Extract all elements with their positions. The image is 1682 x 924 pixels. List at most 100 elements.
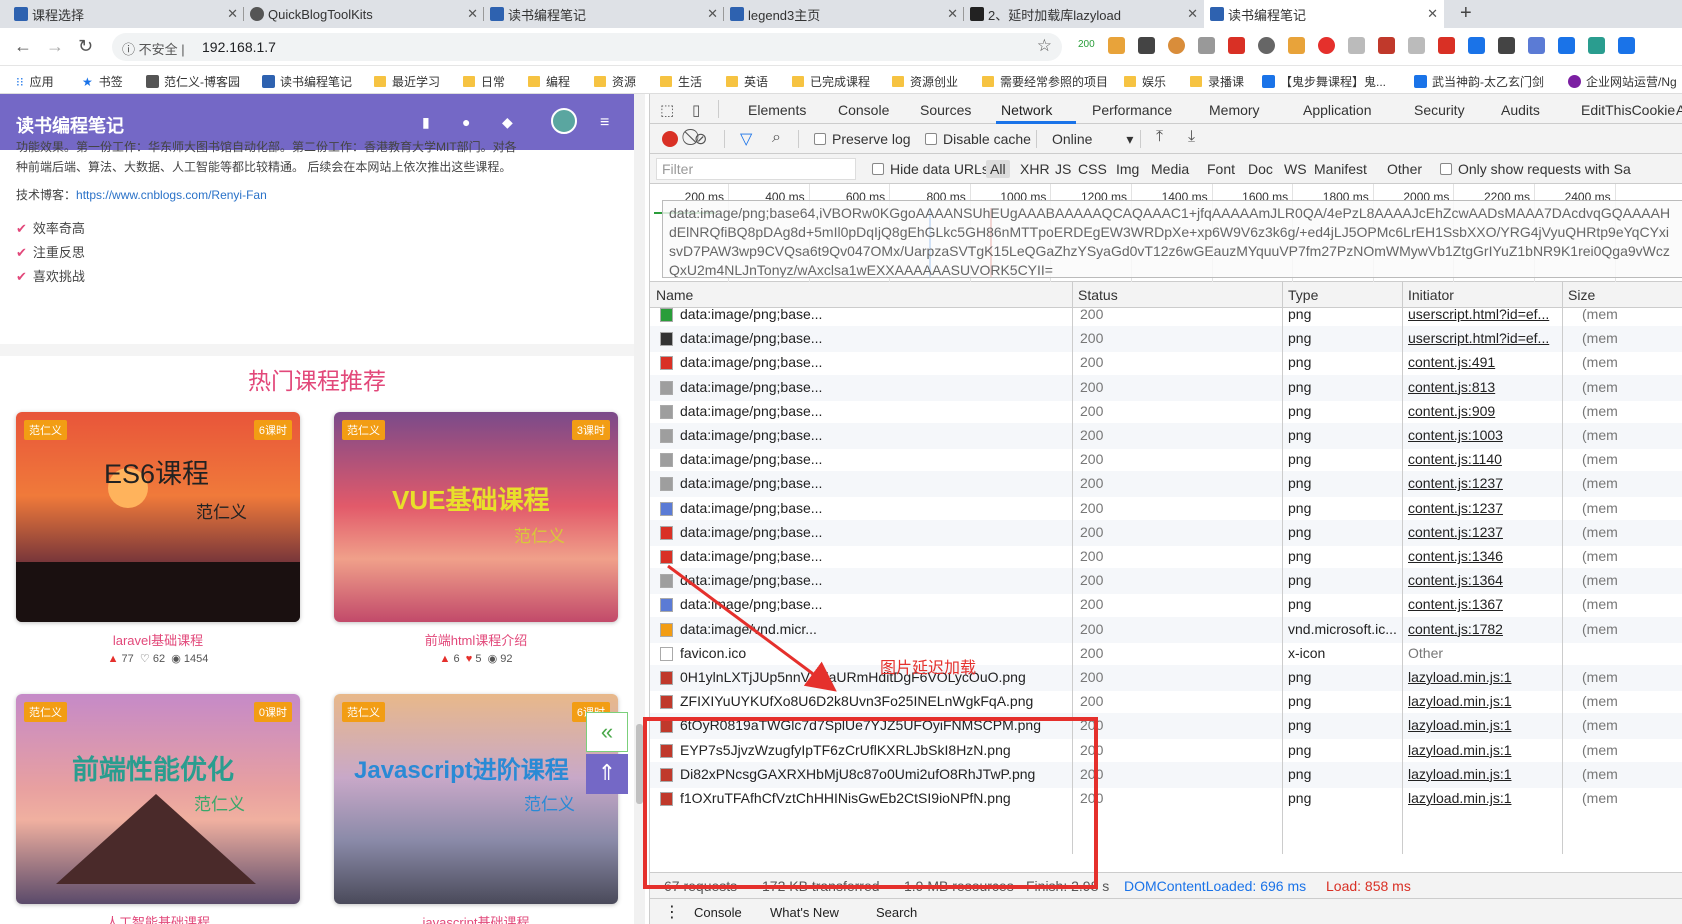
request-initiator[interactable]: content.js:491 bbox=[1408, 354, 1558, 370]
device-toolbar-icon[interactable]: ▯ bbox=[692, 101, 700, 119]
browser-tab-3[interactable]: 读书编程笔记 ✕ bbox=[484, 0, 724, 28]
extension-icon[interactable] bbox=[1468, 37, 1485, 54]
filter-type-css[interactable]: CSS bbox=[1078, 161, 1107, 177]
menu-icon[interactable]: ≡ bbox=[600, 114, 614, 131]
request-name[interactable]: data:image/png;base... bbox=[680, 306, 1068, 322]
tab-console[interactable]: Console bbox=[838, 102, 889, 118]
extension-icon[interactable] bbox=[1138, 37, 1155, 54]
back-arrow-icon[interactable]: ← bbox=[14, 36, 32, 57]
tab-elements[interactable]: Elements bbox=[748, 102, 806, 118]
bookmark-folder[interactable]: 编程 bbox=[528, 73, 570, 90]
extension-icon[interactable] bbox=[1618, 37, 1635, 54]
filter-type-manifest[interactable]: Manifest bbox=[1314, 161, 1367, 177]
bookmark-folder[interactable]: 需要经常参照的项目 bbox=[982, 73, 1108, 90]
table-row[interactable]: data:image/png;base... 200 png content.js:8… bbox=[650, 374, 1682, 401]
throttle-select[interactable]: Online ▾ bbox=[1052, 131, 1133, 148]
bookmark-item[interactable]: 企业网站运营/Ng bbox=[1568, 73, 1677, 90]
course-name-link[interactable]: 人工智能基础课程 bbox=[16, 912, 300, 924]
bookmark-folder[interactable]: 最近学习 bbox=[374, 73, 440, 90]
blog-link[interactable]: https://www.cnblogs.com/Renyi-Fan bbox=[76, 188, 267, 202]
close-tab-icon[interactable]: ✕ bbox=[947, 6, 958, 22]
request-initiator[interactable]: content.js:1237 bbox=[1408, 524, 1558, 540]
extension-icon[interactable] bbox=[1168, 37, 1185, 54]
request-name[interactable]: data:image/vnd.micr... bbox=[680, 621, 1068, 637]
book-icon[interactable]: ▮ bbox=[422, 114, 436, 130]
browser-tab-6-active[interactable]: 读书编程笔记 ✕ bbox=[1204, 0, 1444, 28]
tab-editthiscookie[interactable]: EditThisCookie bbox=[1581, 102, 1675, 118]
filter-type-img[interactable]: Img bbox=[1116, 161, 1139, 177]
table-row[interactable]: data:image/png;base... 200 png content.js:4… bbox=[650, 350, 1682, 376]
inspect-element-icon[interactable]: ⬚ bbox=[660, 101, 674, 119]
table-row[interactable]: data:image/png;base... 200 png userscript.h… bbox=[650, 326, 1682, 353]
bookmark-folder[interactable]: 英语 bbox=[726, 73, 768, 90]
column-size[interactable]: Size bbox=[1568, 287, 1595, 303]
extension-icon[interactable] bbox=[1288, 37, 1305, 54]
bookmark-item[interactable]: 【鬼步舞课程】鬼... bbox=[1262, 73, 1386, 90]
course-card[interactable]: 范仁义 0课时 前端性能优化 范仁义 bbox=[16, 694, 300, 904]
table-row[interactable]: data:image/png;base... 200 png content.js:1… bbox=[650, 568, 1682, 595]
bookmark-item[interactable]: 读书编程笔记 bbox=[262, 73, 352, 90]
search-icon[interactable]: ⌕ bbox=[772, 129, 781, 147]
browser-tab-1[interactable]: 课程选择 ✕ bbox=[8, 0, 244, 28]
url-text[interactable]: 192.168.1.7 bbox=[202, 39, 276, 55]
drawer-tab-whats-new[interactable]: What's New bbox=[770, 905, 839, 920]
filter-type-xhr[interactable]: XHR bbox=[1020, 161, 1050, 177]
table-row[interactable]: data:image/png;base... 200 png content.js:1… bbox=[650, 544, 1682, 570]
filter-type-font[interactable]: Font bbox=[1207, 161, 1235, 177]
preserve-log-checkbox[interactable]: Preserve log bbox=[814, 131, 911, 147]
extension-icon[interactable] bbox=[1108, 37, 1125, 54]
request-initiator[interactable]: content.js:1364 bbox=[1408, 572, 1558, 588]
table-row[interactable]: data:image/png;base... 200 png content.js:1… bbox=[650, 447, 1682, 473]
tab-audits[interactable]: Audits bbox=[1501, 102, 1540, 118]
extension-counter[interactable]: 200 bbox=[1078, 39, 1095, 50]
bookmark-item[interactable]: 范仁义-博客园 bbox=[146, 73, 240, 90]
extension-icon[interactable] bbox=[1258, 37, 1275, 54]
table-row[interactable]: ZFIXIYuUYKUfXo8U6D2k8Uvn3Fo25INELnWgkFqA… bbox=[650, 689, 1682, 715]
bookmark-folder[interactable]: 资源 bbox=[594, 73, 636, 90]
import-har-icon[interactable]: ⤒ bbox=[1156, 128, 1163, 146]
extension-icon[interactable] bbox=[1558, 37, 1575, 54]
extension-icon[interactable] bbox=[1498, 37, 1515, 54]
tab-application[interactable]: Application bbox=[1303, 102, 1372, 118]
request-initiator[interactable]: content.js:1003 bbox=[1408, 427, 1558, 443]
request-initiator[interactable]: lazyload.min.js:1 bbox=[1408, 790, 1558, 806]
close-tab-icon[interactable]: ✕ bbox=[1427, 6, 1438, 22]
course-name-link[interactable]: 前端html课程介绍 bbox=[334, 630, 618, 649]
column-initiator[interactable]: Initiator bbox=[1408, 287, 1454, 303]
close-tab-icon[interactable]: ✕ bbox=[467, 6, 478, 22]
browser-tab-2[interactable]: QuickBlogToolKits ✕ bbox=[244, 0, 484, 28]
table-row[interactable]: 0H1ylnLXTjJUp5nnV1nlaURmHditDgF6VOLycOuO… bbox=[650, 665, 1682, 691]
request-name[interactable]: data:image/png;base... bbox=[680, 330, 1068, 346]
request-name[interactable]: data:image/png;base... bbox=[680, 403, 1068, 419]
filter-type-doc[interactable]: Doc bbox=[1248, 161, 1273, 177]
page-scrollbar-thumb[interactable] bbox=[636, 724, 643, 804]
request-initiator[interactable]: lazyload.min.js:1 bbox=[1408, 717, 1558, 733]
bookmark-folder[interactable]: 生活 bbox=[660, 73, 702, 90]
tab-sources[interactable]: Sources bbox=[920, 102, 971, 118]
request-name[interactable]: data:image/png;base... bbox=[680, 524, 1068, 540]
bookmark-folder[interactable]: 娱乐 bbox=[1124, 73, 1166, 90]
table-row[interactable]: favicon.ico 200 x-icon Other bbox=[650, 641, 1682, 667]
extension-icon[interactable] bbox=[1528, 37, 1545, 54]
bookmark-folder[interactable]: 录播课 bbox=[1190, 73, 1244, 90]
filter-icon[interactable]: ▽ bbox=[740, 129, 752, 149]
table-row[interactable]: data:image/png;base... 200 png content.js:1… bbox=[650, 519, 1682, 546]
request-name[interactable]: data:image/png;base... bbox=[680, 427, 1068, 443]
filter-input[interactable]: Filter bbox=[656, 158, 856, 180]
bookmark-folder[interactable]: 资源创业 bbox=[892, 73, 958, 90]
avatar[interactable] bbox=[551, 108, 577, 134]
disable-cache-checkbox[interactable]: Disable cache bbox=[925, 131, 1031, 147]
table-row[interactable]: data:image/png;base... 200 png userscript.h… bbox=[650, 302, 1682, 328]
filter-type-media[interactable]: Media bbox=[1151, 161, 1189, 177]
request-initiator[interactable]: lazyload.min.js:1 bbox=[1408, 742, 1558, 758]
request-initiator[interactable]: content.js:1346 bbox=[1408, 548, 1558, 564]
new-tab-button[interactable]: + bbox=[1460, 2, 1472, 25]
request-name[interactable]: data:image/png;base... bbox=[680, 451, 1068, 467]
hide-data-urls-checkbox[interactable]: Hide data URLs bbox=[872, 161, 989, 177]
reload-icon[interactable]: ↻ bbox=[78, 36, 93, 57]
table-row[interactable]: data:image/png;base... 200 png content.js:1… bbox=[650, 423, 1682, 449]
forward-arrow-icon[interactable]: → bbox=[46, 36, 64, 57]
user-icon[interactable]: ● bbox=[462, 114, 476, 130]
filter-type-js[interactable]: JS bbox=[1055, 161, 1071, 177]
extension-icon[interactable] bbox=[1378, 37, 1395, 54]
